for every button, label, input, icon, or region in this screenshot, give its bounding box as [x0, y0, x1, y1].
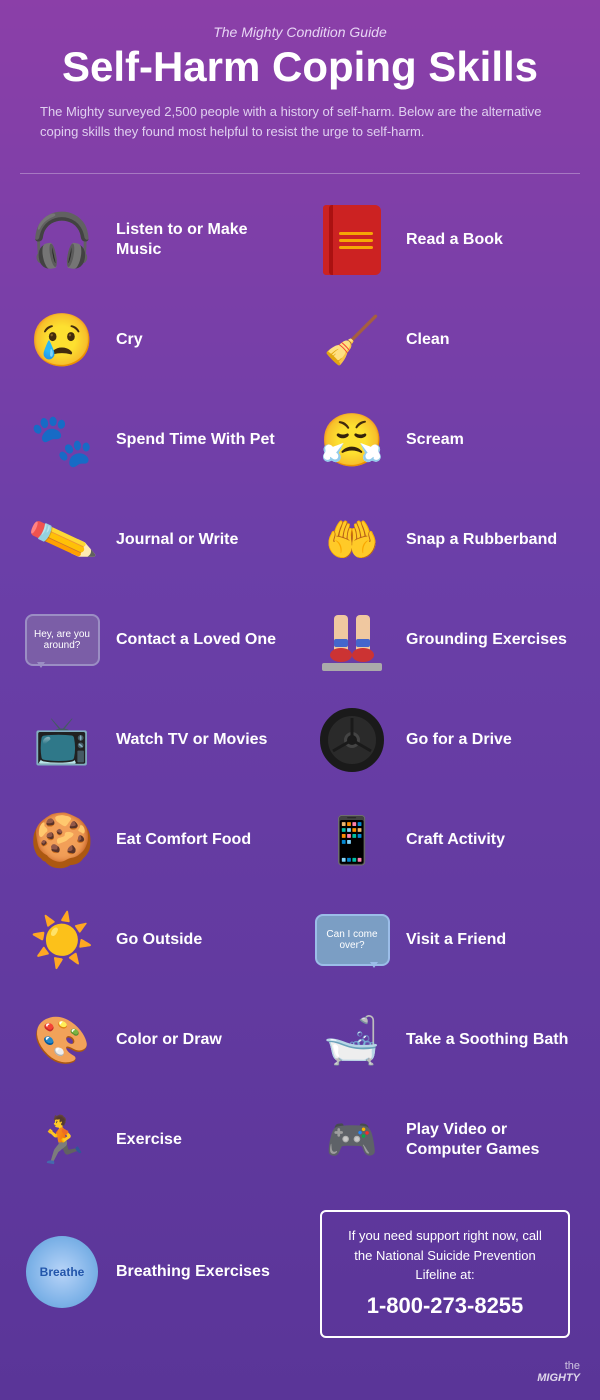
item-label: Color or Draw [116, 1030, 222, 1050]
item-label: Snap a Rubberband [406, 530, 557, 550]
list-item: 🤲 Snap a Rubberband [300, 490, 590, 590]
chat-bubble-icon: Hey, are you around? [25, 614, 100, 666]
list-item: ☀️ Go Outside [10, 890, 300, 990]
pet-icon: 🐾 [22, 400, 102, 480]
legs-svg [322, 605, 382, 675]
grounding-icon [312, 600, 392, 680]
tv-icon: 📺 [22, 700, 102, 780]
item-label: Grounding Exercises [406, 630, 567, 650]
mighty-logo: the MIGHTY [20, 1360, 580, 1384]
item-label: Breathing Exercises [116, 1262, 270, 1282]
list-item: 😤 Scream [300, 390, 590, 490]
footer: the MIGHTY [0, 1354, 600, 1400]
list-item: 🍪 Eat Comfort Food [10, 790, 300, 890]
headphones-icon: 🎧 [22, 200, 102, 280]
games-icon: 🎮 [312, 1100, 392, 1180]
list-item: 🏃 Exercise [10, 1090, 300, 1190]
item-label: Cry [116, 330, 143, 350]
visit-text: Can I come over? [321, 929, 384, 951]
visit-bubble: Can I come over? [315, 914, 390, 966]
coping-grid: 🎧 Listen to or Make Music Read a Book 😢 … [0, 190, 600, 1354]
item-label: Craft Activity [406, 830, 505, 850]
item-label: Visit a Friend [406, 930, 506, 950]
steering-wheel-icon [312, 700, 392, 780]
sun-icon: ☀️ [22, 900, 102, 980]
list-item: 😢 Cry [10, 290, 300, 390]
list-item: 📺 Watch TV or Movies [10, 690, 300, 790]
rubberband-icon: 🤲 [312, 500, 392, 580]
lifeline-text: If you need support right now, call the … [348, 1228, 542, 1282]
pencil-icon: ✏️ [22, 500, 102, 580]
exercise-icon: 🏃 [22, 1100, 102, 1180]
item-label: Exercise [116, 1130, 182, 1150]
list-item: Hey, are you around? Contact a Loved One [10, 590, 300, 690]
item-label: Scream [406, 430, 464, 450]
list-item: 🎨 Color or Draw [10, 990, 300, 1090]
lifeline-container: If you need support right now, call the … [300, 1190, 590, 1354]
breathe-icon: Breathe [22, 1232, 102, 1312]
visit-icon: Can I come over? [312, 900, 392, 980]
lifeline-box: If you need support right now, call the … [320, 1210, 570, 1338]
main-title: Self-Harm Coping Skills [30, 44, 570, 90]
list-item: ✏️ Journal or Write [10, 490, 300, 590]
list-item: Read a Book [300, 190, 590, 290]
item-label: Read a Book [406, 230, 503, 250]
logo-text: MIGHTY [20, 1372, 580, 1384]
subtitle: The Mighty Condition Guide [30, 24, 570, 40]
book-icon [312, 200, 392, 280]
cookie-icon: 🍪 [22, 800, 102, 880]
cry-icon: 😢 [22, 300, 102, 380]
item-label: Play Video or Computer Games [406, 1120, 578, 1160]
divider [20, 173, 580, 174]
breathe-text: Breathe [40, 1265, 85, 1279]
contact-icon: Hey, are you around? [22, 600, 102, 680]
header: The Mighty Condition Guide Self-Harm Cop… [0, 0, 600, 174]
item-label: Eat Comfort Food [116, 830, 251, 850]
list-item: Breathe Breathing Exercises [10, 1190, 300, 1354]
item-label: Spend Time With Pet [116, 430, 275, 450]
list-item: 🐾 Spend Time With Pet [10, 390, 300, 490]
list-item: 📱 Craft Activity [300, 790, 590, 890]
list-item: 🎮 Play Video or Computer Games [300, 1090, 590, 1190]
description: The Mighty surveyed 2,500 people with a … [30, 102, 570, 141]
list-item: 🛁 Take a Soothing Bath [300, 990, 590, 1090]
item-label: Go Outside [116, 930, 202, 950]
list-item: Grounding Exercises [300, 590, 590, 690]
broom-icon: 🧹 [312, 300, 392, 380]
item-label: Listen to or Make Music [116, 220, 288, 260]
list-item: Go for a Drive [300, 690, 590, 790]
item-label: Watch TV or Movies [116, 730, 267, 750]
bubble-text: Hey, are you around? [31, 629, 94, 651]
breathe-bubble: Breathe [26, 1236, 98, 1308]
scream-icon: 😤 [312, 400, 392, 480]
craft-icon: 📱 [312, 800, 392, 880]
item-label: Go for a Drive [406, 730, 512, 750]
lifeline-number: 1-800-273-8255 [338, 1289, 552, 1322]
draw-icon: 🎨 [22, 1000, 102, 1080]
list-item: 🎧 Listen to or Make Music [10, 190, 300, 290]
item-label: Contact a Loved One [116, 630, 276, 650]
item-label: Clean [406, 330, 450, 350]
item-label: Take a Soothing Bath [406, 1030, 568, 1050]
item-label: Journal or Write [116, 530, 238, 550]
list-item: 🧹 Clean [300, 290, 590, 390]
list-item: Can I come over? Visit a Friend [300, 890, 590, 990]
bath-icon: 🛁 [312, 1000, 392, 1080]
